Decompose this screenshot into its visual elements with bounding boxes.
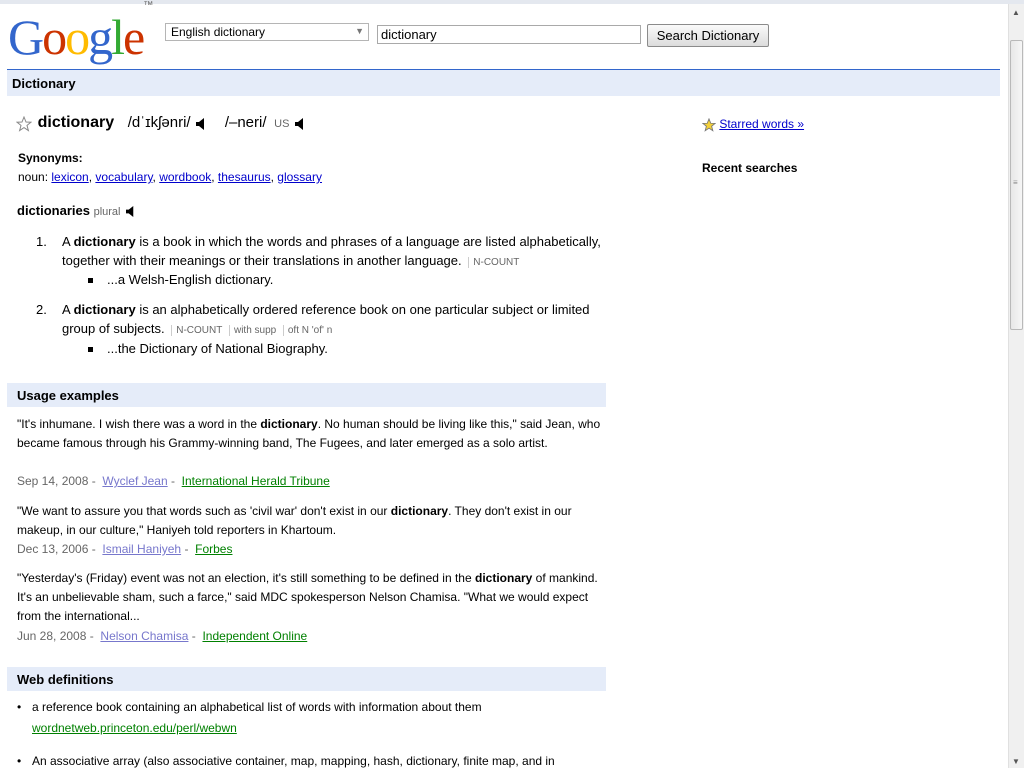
sense-example: ...the Dictionary of National Biography. bbox=[88, 341, 328, 356]
pronunciation-us: /–neri/ bbox=[224, 114, 267, 131]
logo-letter: g bbox=[88, 8, 113, 65]
vertical-scrollbar[interactable]: ▲ ≡ ▼ bbox=[1008, 4, 1024, 768]
logo-letter: l bbox=[111, 8, 125, 65]
logo-letter: G bbox=[8, 8, 44, 65]
sense-item: 2. A dictionary is an alphabetically ord… bbox=[36, 300, 611, 340]
grammar-tag: with supp bbox=[228, 325, 277, 336]
scrollbar-thumb[interactable]: ≡ bbox=[1010, 40, 1023, 330]
speaker-icon[interactable] bbox=[126, 206, 136, 218]
speaker-icon[interactable] bbox=[295, 117, 306, 130]
web-definition-url[interactable]: wordnetweb.princeton.edu/perl/webwn bbox=[32, 721, 607, 735]
grip-icon: ≡ bbox=[1013, 178, 1018, 187]
grammar-tag: N-COUNT bbox=[171, 325, 223, 336]
dictionary-section-bar: Dictionary bbox=[7, 69, 1000, 96]
scroll-down-arrow-icon[interactable]: ▼ bbox=[1012, 757, 1020, 766]
source-link[interactable]: Forbes bbox=[195, 542, 232, 556]
us-label: US bbox=[274, 118, 290, 130]
sense-number: 1. bbox=[36, 234, 47, 249]
usage-quote: "We want to assure you that words such a… bbox=[17, 504, 572, 537]
web-definitions-heading: Web definitions bbox=[17, 672, 114, 687]
usage-date: Jun 28, 2008 - bbox=[17, 629, 94, 643]
star-outline-icon[interactable] bbox=[16, 115, 32, 132]
google-logo[interactable]: Google™ bbox=[8, 0, 153, 65]
dictionary-language-select[interactable]: English dictionary ▼ bbox=[165, 23, 369, 41]
search-dictionary-button[interactable]: Search Dictionary bbox=[647, 24, 769, 47]
synonym-link[interactable]: thesaurus bbox=[218, 170, 271, 184]
window-top-border bbox=[0, 0, 1024, 4]
usage-meta: Dec 13, 2006 - Ismail Haniyeh - Forbes bbox=[17, 542, 233, 556]
web-definitions-bar: Web definitions bbox=[7, 667, 606, 691]
synonym-link[interactable]: glossary bbox=[277, 170, 322, 184]
pronunciation-uk: /dˈɪkʃənri/ bbox=[127, 114, 191, 131]
starred-words[interactable]: Starred words » bbox=[702, 117, 804, 132]
source-link[interactable]: International Herald Tribune bbox=[182, 474, 330, 488]
usage-date: Dec 13, 2006 - bbox=[17, 542, 96, 556]
sense-item: 1. A dictionary is a book in which the w… bbox=[36, 232, 611, 272]
selected-language: English dictionary bbox=[171, 25, 266, 39]
author-link[interactable]: Ismail Haniyeh bbox=[102, 542, 181, 556]
synonym-link[interactable]: lexicon bbox=[51, 170, 88, 184]
dropdown-arrow-icon: ▼ bbox=[355, 26, 364, 36]
sense-definition: A dictionary is an alphabetically ordere… bbox=[62, 302, 590, 336]
source-link[interactable]: Independent Online bbox=[202, 629, 307, 643]
logo-letter: o bbox=[65, 8, 90, 65]
headword-line: dictionary /dˈɪkʃənri/ /–neri/ US bbox=[16, 114, 306, 132]
logo-letter: o bbox=[42, 8, 67, 65]
usage-quote: "Yesterday's (Friday) event was not an e… bbox=[17, 571, 598, 623]
web-definition-text: An associative array (also associative c… bbox=[32, 754, 555, 768]
search-input[interactable] bbox=[377, 25, 641, 44]
usage-date: Sep 14, 2008 - bbox=[17, 474, 96, 488]
web-definition-item: • a reference book containing an alphabe… bbox=[17, 700, 607, 735]
starred-words-link[interactable]: Starred words » bbox=[719, 117, 804, 131]
section-title: Dictionary bbox=[12, 76, 76, 91]
usage-meta: Jun 28, 2008 - Nelson Chamisa - Independ… bbox=[17, 629, 308, 643]
synonym-link[interactable]: wordbook bbox=[159, 170, 211, 184]
grammar-tag: N-COUNT bbox=[468, 257, 520, 268]
star-icon[interactable] bbox=[702, 117, 716, 132]
plural-label: plural bbox=[93, 206, 121, 218]
sense-number: 2. bbox=[36, 302, 47, 317]
usage-meta: Sep 14, 2008 - Wyclef Jean - Internation… bbox=[17, 474, 330, 488]
plural-word: dictionaries bbox=[17, 203, 90, 218]
trademark-mark: ™ bbox=[143, 0, 154, 11]
author-link[interactable]: Wyclef Jean bbox=[102, 474, 167, 488]
usage-examples-heading: Usage examples bbox=[17, 388, 119, 403]
synonym-link[interactable]: vocabulary bbox=[95, 170, 152, 184]
speaker-icon[interactable] bbox=[196, 117, 207, 130]
grammar-tag: oft N 'of' n bbox=[282, 325, 333, 336]
headword: dictionary bbox=[37, 114, 115, 131]
usage-examples-bar: Usage examples bbox=[7, 383, 606, 407]
usage-quote: "It's inhumane. I wish there was a word … bbox=[17, 417, 601, 450]
web-definition-item: • An associative array (also associative… bbox=[17, 754, 607, 768]
recent-searches-heading: Recent searches bbox=[702, 161, 798, 175]
bullet: • bbox=[17, 754, 22, 768]
plural-form: dictionaries plural bbox=[17, 203, 136, 218]
scroll-up-arrow-icon[interactable]: ▲ bbox=[1012, 8, 1020, 17]
sense-example: ...a Welsh-English dictionary. bbox=[88, 272, 273, 287]
sense-definition: A dictionary is a book in which the word… bbox=[62, 234, 601, 268]
author-link[interactable]: Nelson Chamisa bbox=[100, 629, 188, 643]
synonyms-heading: Synonyms: bbox=[18, 151, 83, 165]
logo-letter: e bbox=[123, 8, 145, 65]
synonyms-list: noun: lexicon, vocabulary, wordbook, the… bbox=[18, 170, 322, 184]
synonyms-pos: noun: bbox=[18, 170, 49, 184]
bullet: • bbox=[17, 700, 22, 714]
web-definition-text: a reference book containing an alphabeti… bbox=[32, 700, 482, 714]
